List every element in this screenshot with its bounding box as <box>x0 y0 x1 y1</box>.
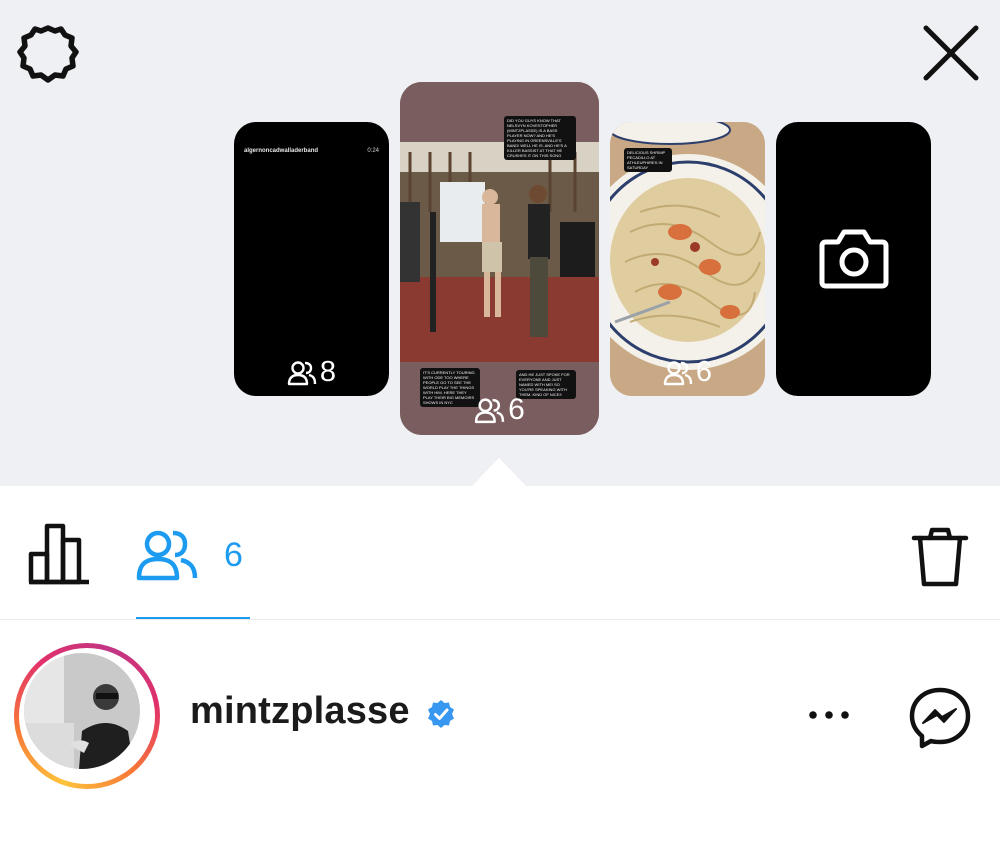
tab-viewers[interactable]: 6 <box>136 526 243 584</box>
story-viewers-count: 8 <box>234 358 389 387</box>
settings-gear-icon[interactable] <box>14 22 82 86</box>
add-story-button[interactable] <box>776 122 931 396</box>
viewers-icon <box>474 397 505 423</box>
story-username: algernoncadwalladerband <box>244 148 319 154</box>
viewer-username[interactable]: mintzplasse <box>190 690 410 733</box>
viewers-icon <box>287 360 317 385</box>
viewers-icon <box>663 360 693 385</box>
story-time: 0:24 <box>367 148 379 154</box>
story-viewers-count: 6 <box>400 395 599 425</box>
bar-chart-icon[interactable] <box>26 520 92 586</box>
story-thumbnail-3[interactable]: DELICIOUS SHRIMP PECADILLO AT ATHLEUPHIR… <box>610 122 765 396</box>
story-caption: DELICIOUS SHRIMP PECADILLO AT ATHLEUPHIR… <box>624 148 672 172</box>
active-tab-indicator <box>136 617 250 619</box>
story-thumbnail-2[interactable]: DID YOU GUYS KNOW THAT NELSVYN KOVESTOPH… <box>400 82 599 435</box>
story-caption: DID YOU GUYS KNOW THAT NELSVYN KOVESTOPH… <box>504 116 576 160</box>
story-viewers-count: 6 <box>610 358 765 387</box>
camera-icon <box>819 229 889 289</box>
avatar[interactable] <box>14 643 160 789</box>
trash-icon[interactable] <box>910 526 970 588</box>
close-icon[interactable] <box>918 20 982 84</box>
story-thumbnail-1[interactable]: algernoncadwalladerband 0:24 8 <box>234 122 389 396</box>
avatar-photo <box>24 653 140 769</box>
messenger-icon[interactable] <box>908 686 972 750</box>
verified-badge-icon <box>428 700 454 728</box>
viewers-count: 6 <box>224 535 243 574</box>
viewers-icon <box>136 530 198 581</box>
selected-story-pointer <box>470 458 528 488</box>
more-horizontal-icon[interactable] <box>804 702 854 728</box>
